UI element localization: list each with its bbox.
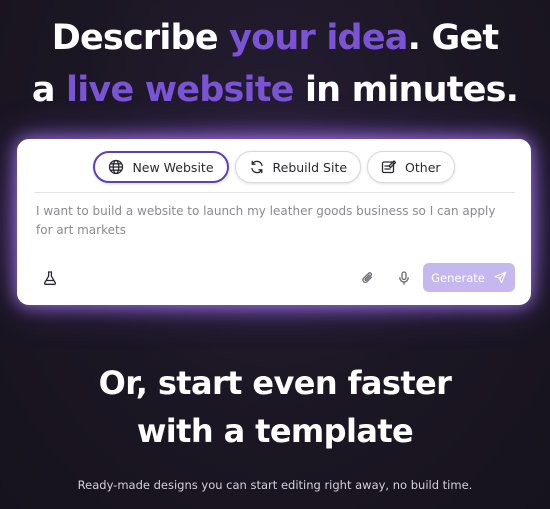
tab-new-website[interactable]: New Website bbox=[93, 151, 229, 183]
prompt-input[interactable] bbox=[36, 202, 506, 250]
generate-button[interactable]: Generate bbox=[423, 263, 515, 292]
hero-line-2: a live website in minutes. bbox=[31, 70, 519, 110]
hero-accent-text: live website bbox=[66, 70, 294, 110]
template-title-line-1: Or, start even faster bbox=[98, 364, 452, 402]
template-title-line-2: with a template bbox=[136, 412, 414, 450]
template-section-subtitle: Ready-made designs you can start editing… bbox=[77, 478, 473, 492]
card-divider bbox=[35, 192, 515, 193]
paperclip-icon[interactable] bbox=[359, 269, 377, 287]
prompt-card: New Website Rebuild Site Other I want to… bbox=[17, 139, 531, 305]
flask-icon[interactable] bbox=[41, 269, 59, 287]
edit-note-icon bbox=[381, 159, 397, 175]
refresh-icon bbox=[249, 159, 265, 175]
tab-rebuild-site[interactable]: Rebuild Site bbox=[234, 151, 362, 183]
mode-tabs: New Website Rebuild Site Other bbox=[17, 151, 531, 183]
tab-other[interactable]: Other bbox=[367, 151, 455, 183]
microphone-icon[interactable] bbox=[395, 269, 413, 287]
tab-label: New Website bbox=[132, 159, 214, 175]
hero-text: Describe bbox=[51, 18, 230, 58]
hero-accent-text: your idea bbox=[229, 18, 408, 58]
tab-label: Rebuild Site bbox=[272, 159, 348, 175]
hero-text: in minutes. bbox=[293, 70, 519, 110]
generate-label: Generate bbox=[431, 270, 485, 285]
send-icon bbox=[494, 271, 507, 284]
hero-text: a bbox=[31, 70, 67, 110]
globe-icon bbox=[108, 159, 124, 175]
hero-line-1: Describe your idea. Get bbox=[52, 18, 499, 58]
template-section-title: Or, start even faster with a template bbox=[0, 359, 550, 455]
hero-title: Describe your idea. Get a live website i… bbox=[0, 12, 550, 116]
tab-label: Other bbox=[405, 159, 441, 175]
hero-text: . Get bbox=[407, 18, 499, 58]
